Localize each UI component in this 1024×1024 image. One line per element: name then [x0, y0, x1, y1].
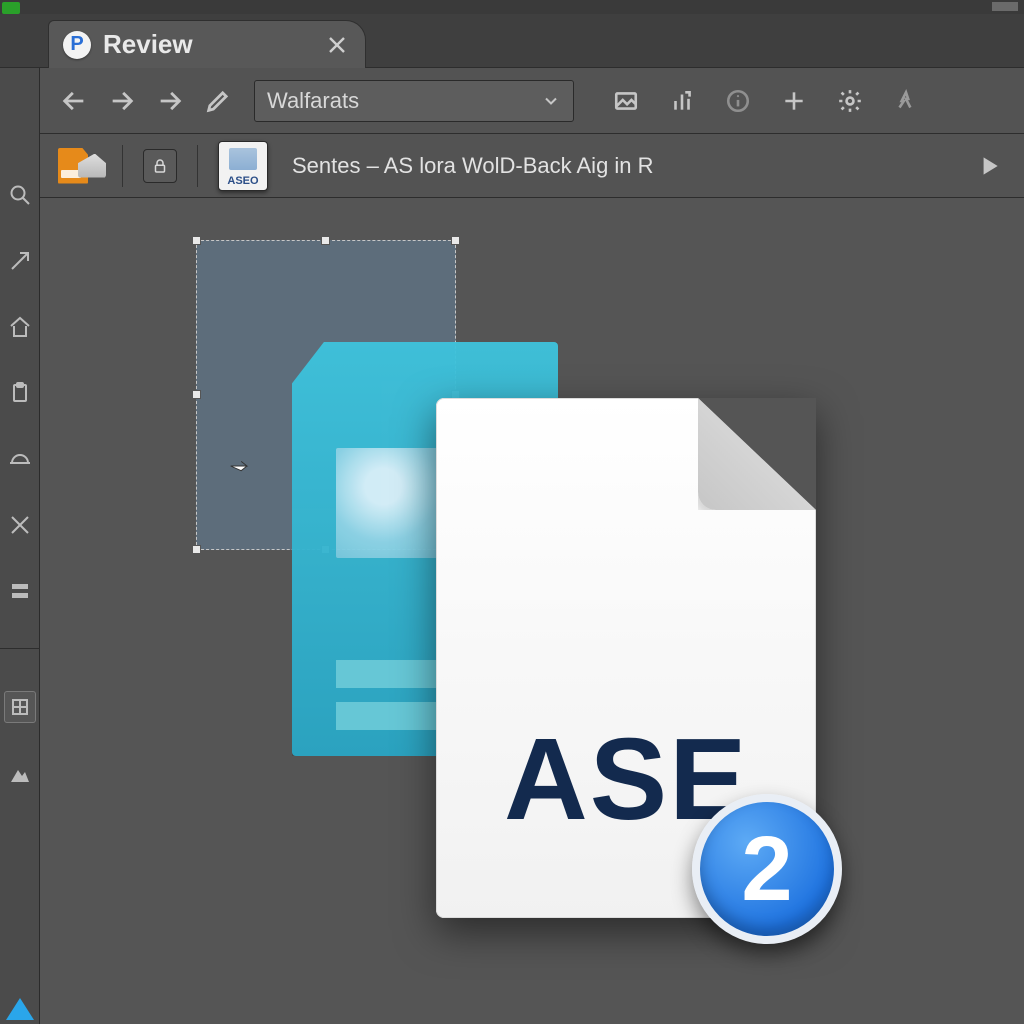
tab-title: Review [103, 29, 193, 60]
resize-handle-tr[interactable] [451, 236, 460, 245]
helmet-icon[interactable] [5, 444, 35, 474]
tool-rail [0, 14, 40, 1024]
rail-separator [0, 648, 40, 649]
tab-app-letter: P [70, 33, 83, 56]
resize-handle-bl[interactable] [192, 545, 201, 554]
add-icon[interactable] [776, 83, 812, 119]
layers-icon[interactable] [5, 576, 35, 606]
nav-toolbar: Walfarats [40, 68, 1024, 134]
expand-arrow-icon[interactable] [5, 246, 35, 276]
grid-tool-icon[interactable] [4, 691, 36, 723]
file-count-badge: 2 [692, 794, 842, 944]
search-icon[interactable] [5, 180, 35, 210]
info-icon[interactable] [720, 83, 756, 119]
resize-handle-ml[interactable] [192, 390, 201, 399]
address-value: Walfarats [267, 88, 359, 114]
window-top-strip [0, 0, 1024, 14]
tab-app-icon: P [63, 31, 91, 59]
tab-review[interactable]: P Review [48, 20, 366, 68]
subbar-separator [122, 145, 123, 187]
rail-marker-triangle [6, 998, 34, 1020]
image-icon[interactable] [608, 83, 644, 119]
aseo-thumbnail[interactable]: ASEO [218, 141, 268, 191]
document-title: Sentes – AS lora WolD-Back Aig in R [292, 153, 654, 179]
document-badge-icon[interactable] [58, 144, 102, 188]
tab-bar: P Review [0, 14, 1024, 68]
cursor-arrow-icon [226, 452, 254, 480]
clipboard-icon[interactable] [5, 378, 35, 408]
lock-icon[interactable] [143, 149, 177, 183]
ase-file-graphic: ASE 2 [436, 398, 816, 918]
settings-gear-icon[interactable] [832, 83, 868, 119]
canvas-area[interactable]: ASE 2 [40, 198, 1024, 1024]
file-count-number: 2 [741, 817, 792, 922]
back-icon[interactable] [56, 83, 92, 119]
document-subbar: ASEO Sentes – AS lora WolD-Back Aig in R [40, 134, 1024, 198]
cut-icon[interactable] [5, 510, 35, 540]
bar-chart-icon[interactable] [664, 83, 700, 119]
tab-close-icon[interactable] [325, 33, 349, 57]
resize-handle-tl[interactable] [192, 236, 201, 245]
run-icon[interactable] [888, 83, 924, 119]
address-dropdown[interactable]: Walfarats [254, 80, 574, 122]
chevron-down-icon [541, 91, 561, 111]
resize-handle-tm[interactable] [321, 236, 330, 245]
window-controls-placeholder[interactable] [992, 2, 1018, 11]
edit-pencil-icon[interactable] [200, 83, 236, 119]
home-icon[interactable] [5, 312, 35, 342]
mountain-icon[interactable] [5, 759, 35, 789]
forward-alt-icon[interactable] [152, 83, 188, 119]
aseo-thumbnail-label: ASEO [227, 175, 258, 187]
subbar-separator-2 [197, 145, 198, 187]
app-logo-corner [2, 2, 20, 14]
forward-icon[interactable] [104, 83, 140, 119]
nav-right-icons [608, 83, 924, 119]
play-icon[interactable] [976, 153, 1002, 179]
